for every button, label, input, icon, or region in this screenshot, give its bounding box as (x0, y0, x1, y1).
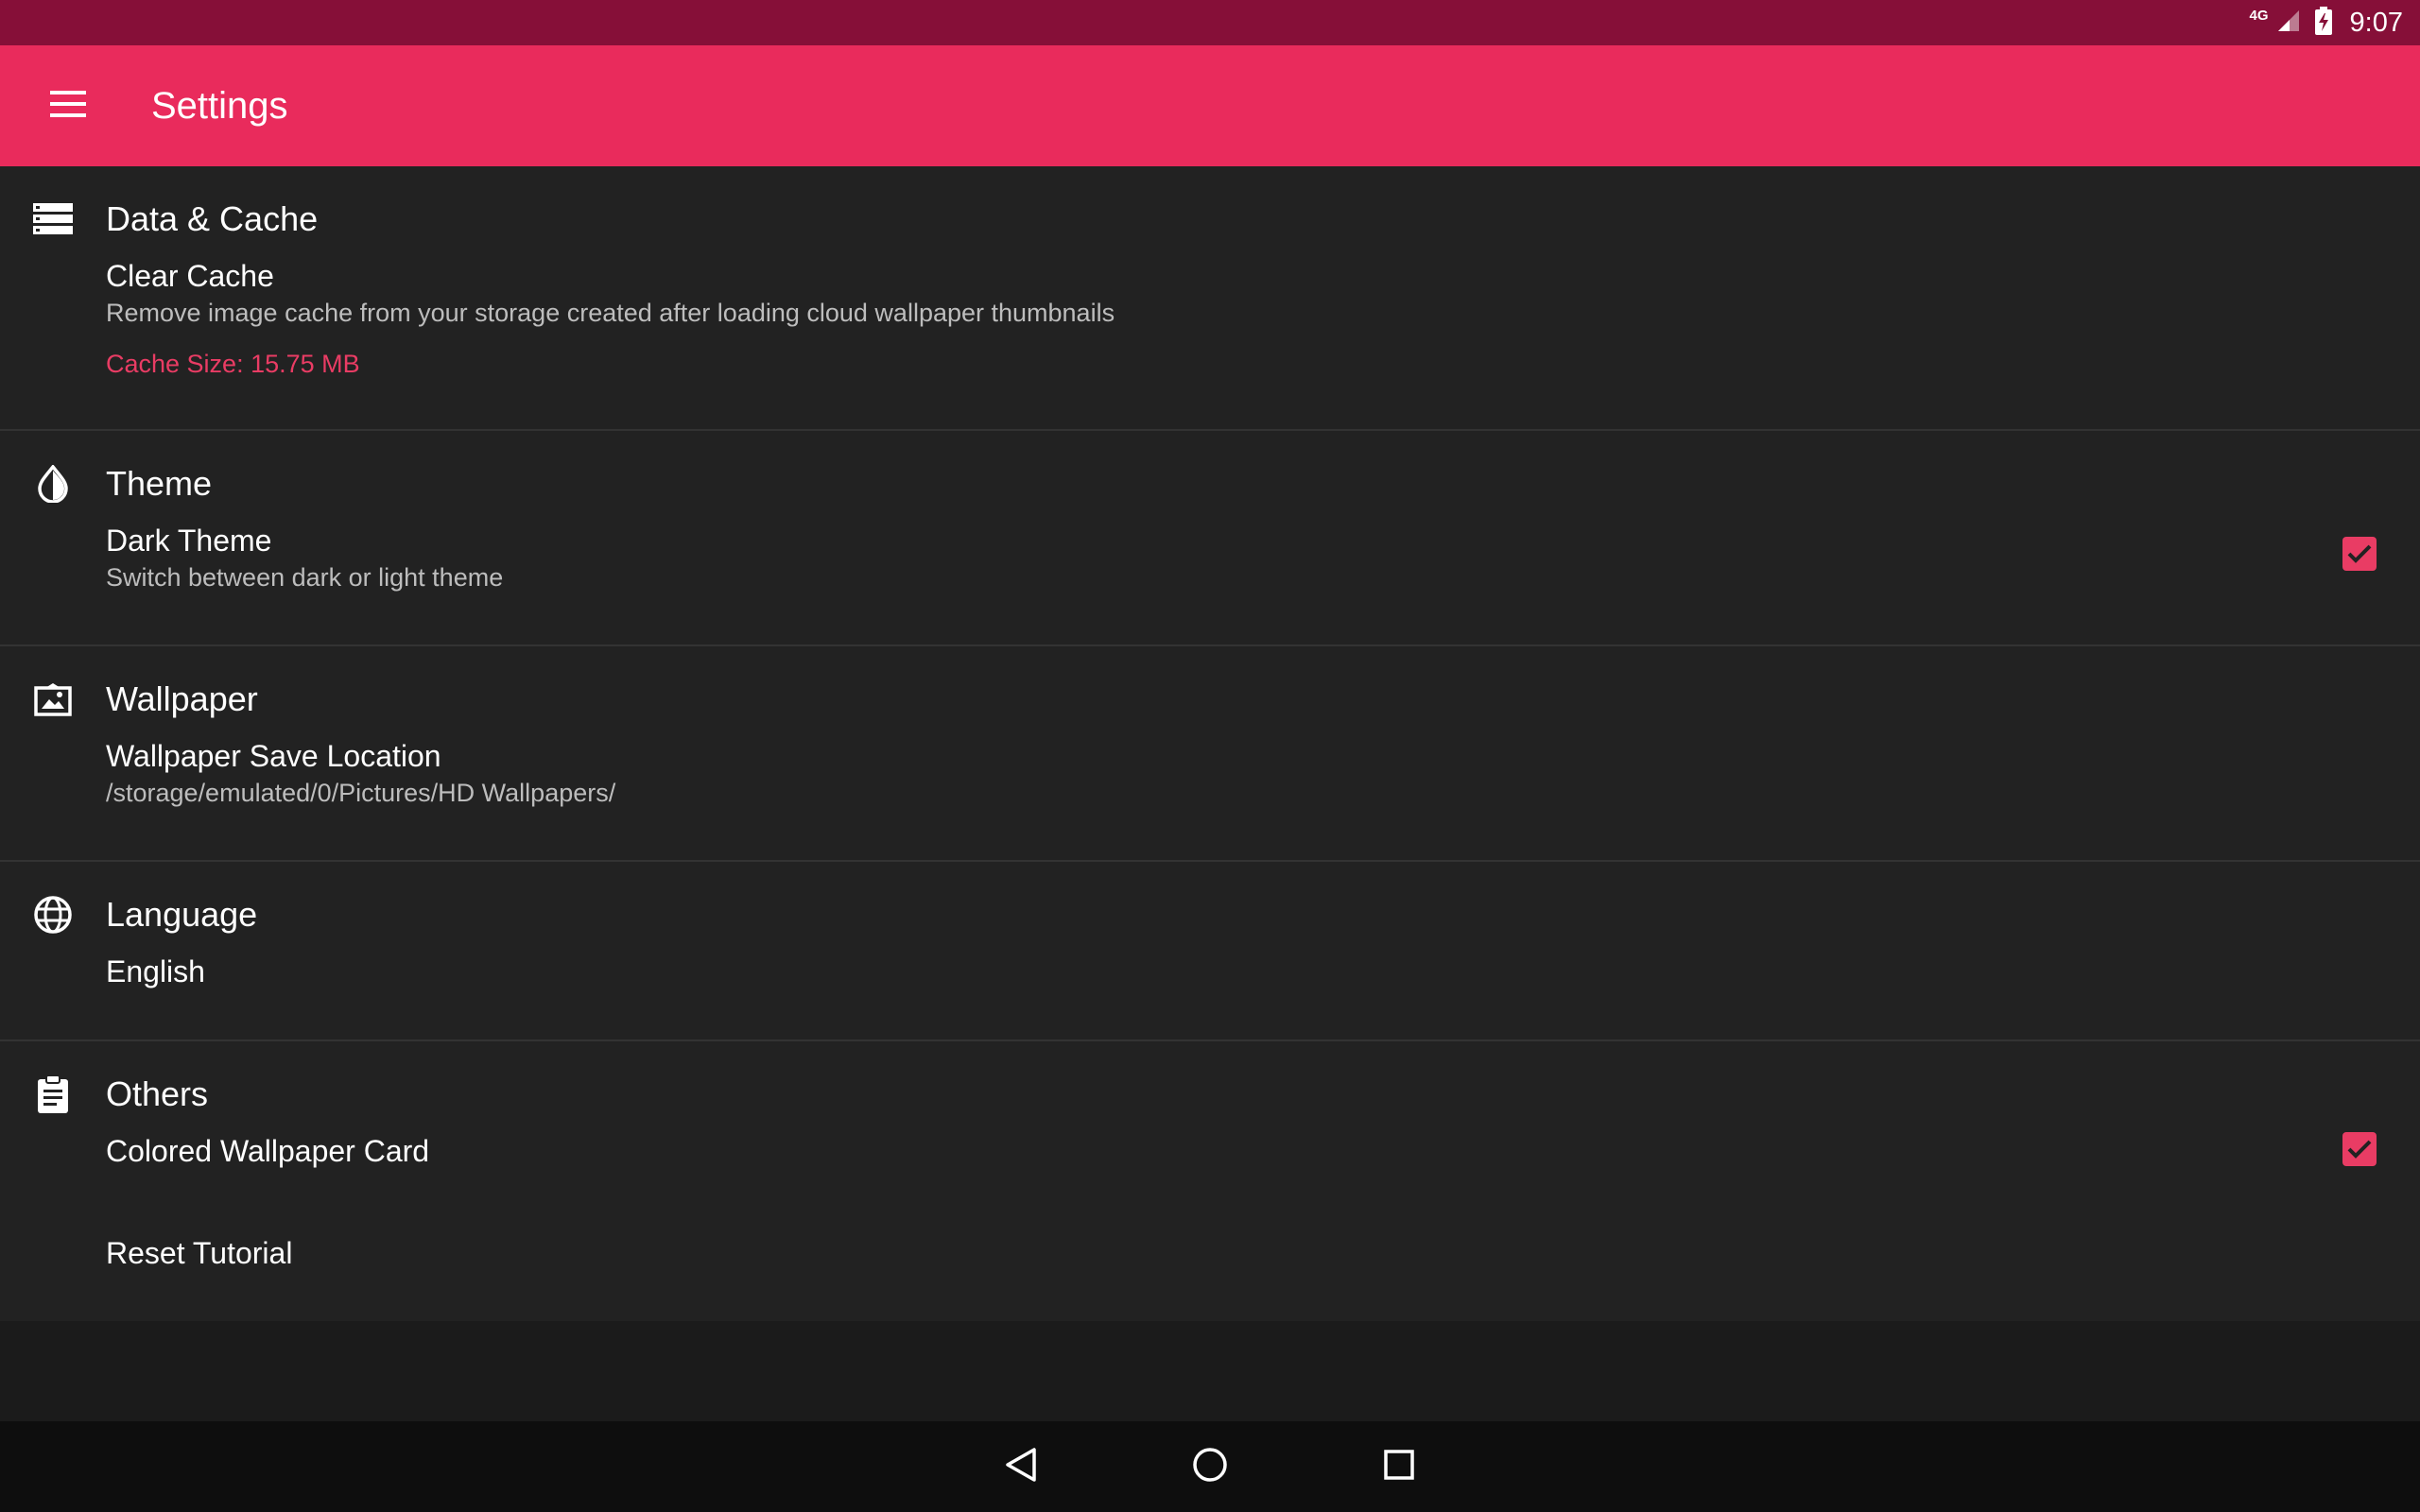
settings-list: Data & Cache Clear Cache Remove image ca… (0, 166, 2420, 1321)
battery-charging-icon (2314, 6, 2333, 40)
status-icons: 4G 9:07 (2249, 6, 2403, 40)
dark-theme-checkbox[interactable] (2342, 537, 2377, 571)
storage-icon (32, 198, 74, 240)
colored-wallpaper-card-checkbox[interactable] (2342, 1132, 2377, 1166)
section-theme: Theme Dark Theme Switch between dark or … (0, 431, 2420, 646)
pref-summary: /storage/emulated/0/Pictures/HD Wallpape… (106, 779, 616, 807)
pref-title: Colored Wallpaper Card (106, 1134, 430, 1168)
back-button[interactable] (964, 1421, 1078, 1512)
clear-cache-preference[interactable]: Clear Cache Remove image cache from your… (0, 257, 2420, 382)
network-type-label: 4G (2249, 7, 2269, 24)
section-title: Data & Cache (106, 199, 319, 238)
recents-icon (1383, 1449, 1415, 1486)
clipboard-icon (32, 1074, 74, 1115)
section-language: Language English (0, 862, 2420, 1041)
pref-summary: Switch between dark or light theme (106, 563, 504, 592)
app-bar: Settings (0, 45, 2420, 166)
pref-title: Dark Theme (106, 524, 272, 558)
colored-wallpaper-card-preference[interactable]: Colored Wallpaper Card (0, 1132, 2420, 1193)
pref-summary: Remove image cache from your storage cre… (106, 299, 1115, 327)
section-title: Language (106, 895, 258, 934)
section-title: Wallpaper (106, 679, 258, 718)
pref-title: Wallpaper Save Location (106, 739, 441, 773)
section-title: Theme (106, 464, 213, 503)
hamburger-menu-icon (50, 90, 86, 122)
wallpaper-icon (32, 679, 74, 720)
status-bar: 4G 9:07 (0, 0, 2420, 45)
cache-size-label: Cache Size: 15.75 MB (106, 350, 360, 378)
back-icon (1004, 1447, 1038, 1487)
home-button[interactable] (1153, 1421, 1267, 1512)
section-data-cache: Data & Cache Clear Cache Remove image ca… (0, 166, 2420, 431)
section-wallpaper: Wallpaper Wallpaper Save Location /stora… (0, 646, 2420, 862)
pref-title: Clear Cache (106, 259, 274, 293)
signal-icon (2276, 9, 2301, 38)
recents-button[interactable] (1342, 1421, 1456, 1512)
globe-icon (32, 894, 74, 936)
dark-theme-preference[interactable]: Dark Theme Switch between dark or light … (0, 522, 2420, 595)
section-title: Others (106, 1074, 209, 1113)
pref-title: Reset Tutorial (106, 1236, 293, 1270)
wallpaper-save-location-preference[interactable]: Wallpaper Save Location /storage/emulate… (0, 737, 2420, 811)
menu-button[interactable] (21, 59, 115, 153)
reset-tutorial-preference[interactable]: Reset Tutorial (0, 1234, 2420, 1272)
navigation-bar (0, 1421, 2420, 1512)
status-time: 9:07 (2349, 7, 2403, 38)
page-title: Settings (151, 84, 288, 127)
section-others: Others Colored Wallpaper Card Reset Tuto… (0, 1041, 2420, 1321)
pref-title: English (106, 954, 205, 988)
home-icon (1191, 1446, 1229, 1488)
language-preference[interactable]: English (0, 953, 2420, 990)
contrast-icon (32, 463, 74, 505)
